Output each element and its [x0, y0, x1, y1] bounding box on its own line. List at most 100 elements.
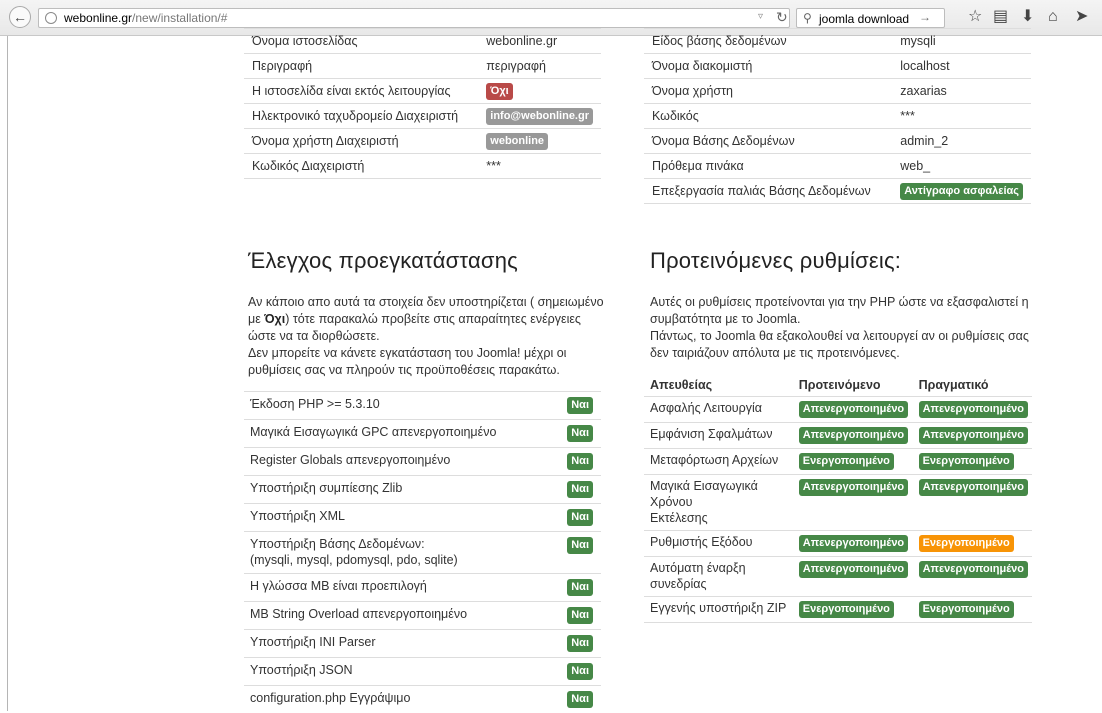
actual-badge: Απενεργοποιημένο	[919, 427, 1028, 444]
back-arrow-icon[interactable]: ←	[9, 6, 31, 28]
precheck-label-cell: Έκδοση PHP >= 5.3.10	[244, 392, 547, 420]
recommended-row: Μαγικά Εισαγωγικά Χρόνου Εκτέλεσης Απενεργ…	[644, 475, 1032, 531]
config-row: Όνομα Βάσης Δεδομένωνadmin_2	[644, 129, 1031, 154]
config-value-cell: ***	[478, 154, 601, 179]
recommended-intro: Αυτές οι ρυθμίσεις προτείνονται για την …	[650, 294, 1035, 362]
address-bar[interactable]: webonline.gr/new/installation/#	[38, 8, 790, 28]
precheck-status-cell: Ναι	[547, 476, 601, 504]
globe-icon	[45, 12, 57, 24]
recommended-value-cell: Απενεργοποιημένο	[793, 557, 913, 597]
directive-name: Εμφάνιση Σφαλμάτων	[650, 427, 773, 441]
config-value-cell: zaxarias	[892, 79, 1031, 104]
actual-value-cell: Ενεργοποιημένο	[913, 597, 1032, 623]
actual-value-cell: Απενεργοποιημένο	[913, 557, 1032, 597]
config-label: Πρόθεμα πινάκα	[644, 154, 892, 179]
status-badge: Ναι	[567, 397, 593, 414]
recommended-value-cell: Απενεργοποιημένο	[793, 475, 913, 531]
config-label: Είδος βάσης δεδομένων	[644, 29, 892, 54]
config-value-cell: Όχι	[478, 79, 601, 104]
recommended-badge: Απενεργοποιημένο	[799, 535, 908, 552]
precheck-label-cell: Υποστήριξη JSON	[244, 658, 547, 686]
config-value-cell: info@webonline.gr	[478, 104, 601, 129]
actual-value-cell: Απενεργοποιημένο	[913, 423, 1032, 449]
config-value: περιγραφή	[486, 59, 546, 73]
recommended-badge: Ενεργοποιημένο	[799, 601, 894, 618]
precheck-status-cell: Ναι	[547, 574, 601, 602]
bookmarks-list-icon[interactable]: ▤	[993, 8, 1008, 26]
config-value-cell: mysqli	[892, 29, 1031, 54]
status-badge: Ναι	[567, 481, 593, 498]
status-badge: Ναι	[567, 425, 593, 442]
config-value-badge: info@webonline.gr	[486, 108, 593, 125]
precheck-title: Έλεγχος προεγκατάστασης	[248, 248, 518, 274]
config-value: admin_2	[900, 134, 948, 148]
recommended-value-cell: Ενεργοποιημένο	[793, 597, 913, 623]
directive-name: Ασφαλής Λειτουργία	[650, 401, 762, 415]
precheck-intro-text-3: Δεν μπορείτε να κάνετε εγκατάσταση του J…	[248, 346, 566, 377]
precheck-row: Μαγικά Εισαγωγικά GPC απενεργοποιημένοΝα…	[244, 420, 601, 448]
precheck-row: Η γλώσσα MB είναι προεπιλογήΝαι	[244, 574, 601, 602]
recommended-intro-text-1: Αυτές οι ρυθμίσεις προτείνονται για την …	[650, 295, 1029, 326]
config-value-badge: Αντίγραφο ασφαλείας	[900, 183, 1023, 200]
directive-name-cont: Εκτέλεσης	[650, 511, 708, 525]
history-dropdown-icon[interactable]: ▿	[758, 11, 763, 22]
recommended-badge: Απενεργοποιημένο	[799, 401, 908, 418]
directive-name: Εγγενής υποστήριξη ZIP	[650, 601, 786, 615]
bookmark-star-icon[interactable]: ☆	[968, 8, 982, 26]
send-icon[interactable]: ➤	[1075, 8, 1088, 26]
config-label: Κωδικός Διαχειριστή	[244, 154, 478, 179]
config-value-cell: webonline	[478, 129, 601, 154]
config-row: Περιγραφήπεριγραφή	[244, 54, 601, 79]
recommended-table: Απευθείας Προτεινόμενο Πραγματικό Ασφαλή…	[644, 374, 1032, 623]
precheck-row: configuration.php ΕγγράψιμοΝαι	[244, 686, 601, 713]
home-icon[interactable]: ⌂	[1048, 8, 1058, 26]
config-row: Ηλεκτρονικό ταχυδρομείο Διαχειριστή info@…	[244, 104, 601, 129]
config-label: Όνομα διακομιστή	[644, 54, 892, 79]
precheck-row: Έκδοση PHP >= 5.3.10 Ναι	[244, 392, 601, 420]
precheck-intro: Αν κάποιο απο αυτά τα στοιχεία δεν υποστ…	[248, 294, 608, 379]
search-go-arrow-icon[interactable]: →	[919, 10, 931, 24]
directive-name: Μαγικά Εισαγωγικά Χρόνου	[650, 479, 758, 509]
status-badge: Ναι	[567, 537, 593, 554]
actual-value-cell: Απενεργοποιημένο	[913, 475, 1032, 531]
directive-cell: Μεταφόρτωση Αρχείων	[644, 449, 793, 475]
url-text: webonline.gr/new/installation/#	[64, 11, 227, 25]
reload-icon[interactable]: ↻	[776, 9, 788, 26]
status-badge: Ναι	[567, 453, 593, 470]
recommended-value-cell: Απενεργοποιημένο	[793, 423, 913, 449]
config-label: Ηλεκτρονικό ταχυδρομείο Διαχειριστή	[244, 104, 478, 129]
config-value-cell: περιγραφή	[478, 54, 601, 79]
directive-cell: Εγγενής υποστήριξη ZIP	[644, 597, 793, 623]
actual-badge: Απενεργοποιημένο	[919, 561, 1028, 578]
precheck-row: Υποστήριξη συμπίεσης ZlibΝαι	[244, 476, 601, 504]
precheck-label: MB String Overload απενεργοποιημένο	[250, 607, 467, 621]
search-input[interactable]: joomla download	[819, 12, 909, 26]
recommended-badge: Απενεργοποιημένο	[799, 427, 908, 444]
status-badge: Ναι	[567, 607, 593, 624]
precheck-row: Υποστήριξη JSONΝαι	[244, 658, 601, 686]
config-row: Πρόθεμα πινάκαweb_	[644, 154, 1031, 179]
url-host: webonline.gr	[64, 11, 132, 25]
actual-badge: Ενεργοποιημένο	[919, 535, 1014, 552]
download-icon[interactable]: ⬇	[1021, 8, 1034, 26]
precheck-row: Υποστήριξη XMLΝαι	[244, 504, 601, 532]
config-value: ***	[900, 109, 915, 123]
precheck-label-cell: configuration.php Εγγράψιμο	[244, 686, 547, 713]
precheck-intro-text-2: ) τότε παρακαλώ προβείτε στις απαραίτητε…	[248, 312, 581, 343]
precheck-row: Register Globals απενεργοποιημένοΝαι	[244, 448, 601, 476]
actual-value-cell: Ενεργοποιημένο	[913, 449, 1032, 475]
config-value: localhost	[900, 59, 949, 73]
recommended-value-cell: Απενεργοποιημένο	[793, 397, 913, 423]
actual-value-cell: Ενεργοποιημένο	[913, 531, 1032, 557]
search-icon: ⚲	[803, 11, 812, 25]
header-recommended: Προτεινόμενο	[793, 374, 913, 397]
config-value-cell: Αντίγραφο ασφαλείας	[892, 179, 1031, 204]
config-label: Όνομα χρήστη	[644, 79, 892, 104]
precheck-row: Υποστήριξη INI ParserΝαι	[244, 630, 601, 658]
directive-name: Αυτόματη έναρξη συνεδρίας	[650, 561, 746, 591]
directive-cell: Εμφάνιση Σφαλμάτων	[644, 423, 793, 449]
directive-name: Ρυθμιστής Εξόδου	[650, 535, 753, 549]
db-config-table: Είδος βάσης δεδομένωνmysqliΌνομα διακομι…	[644, 28, 1031, 204]
config-label: Η ιστοσελίδα είναι εκτός λειτουργίας	[244, 79, 478, 104]
actual-badge: Απενεργοποιημένο	[919, 479, 1028, 496]
